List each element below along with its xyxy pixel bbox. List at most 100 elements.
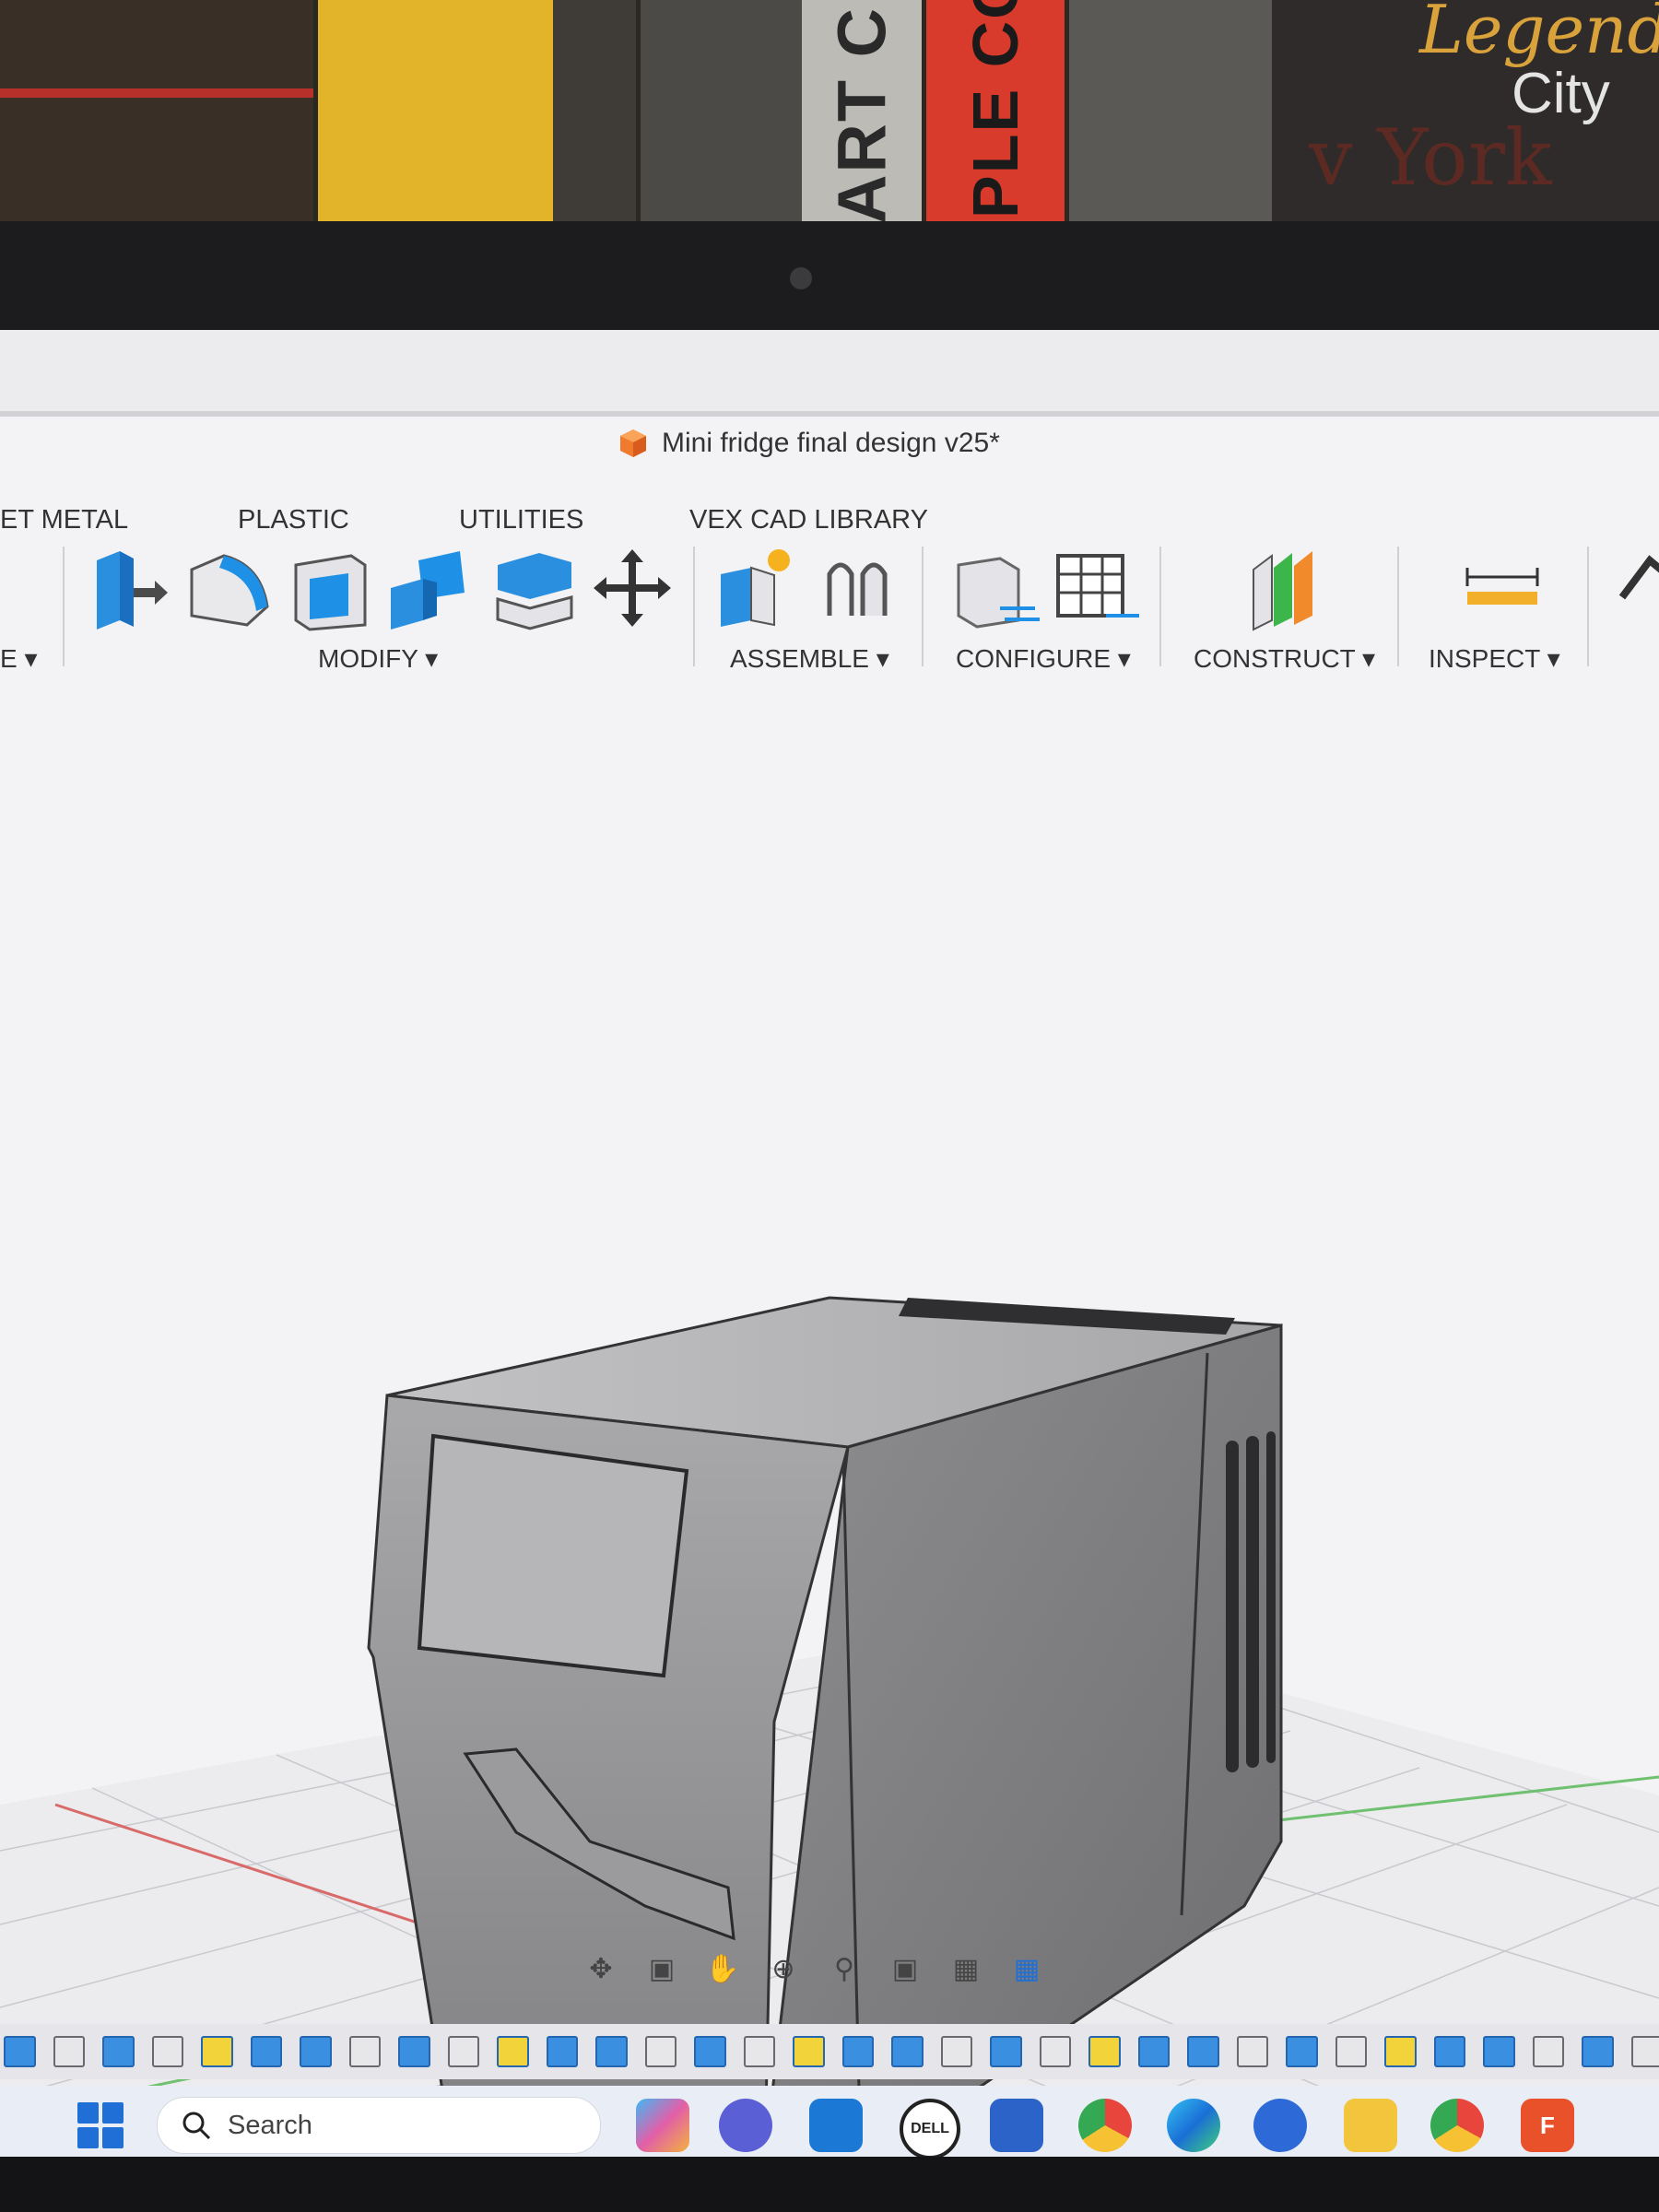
timeline-feature[interactable] xyxy=(841,2036,874,2067)
measure-icon[interactable] xyxy=(1456,542,1548,634)
timeline-feature[interactable] xyxy=(201,2036,233,2067)
timeline-feature[interactable] xyxy=(891,2036,924,2067)
timeline-feature[interactable] xyxy=(398,2036,430,2067)
timeline-feature[interactable] xyxy=(1433,2036,1465,2067)
timeline-feature[interactable] xyxy=(348,2036,381,2067)
chat-icon[interactable] xyxy=(719,2099,772,2152)
chrome-icon[interactable] xyxy=(1078,2099,1132,2152)
zoom-icon[interactable]: ⊕ xyxy=(763,1950,804,1987)
edge-icon[interactable] xyxy=(1167,2099,1220,2152)
taskbar-search-box[interactable]: Search xyxy=(157,2097,601,2154)
display-settings-icon[interactable]: ▣ xyxy=(885,1950,925,1987)
new-component-icon[interactable] xyxy=(710,542,802,634)
timeline-feature[interactable] xyxy=(1187,2036,1219,2067)
fusion-label: F xyxy=(1540,2111,1555,2139)
timeline-feature[interactable] xyxy=(1286,2036,1318,2067)
timeline-feature[interactable] xyxy=(1384,2036,1417,2067)
timeline-feature[interactable] xyxy=(595,2036,628,2067)
timeline-feature[interactable] xyxy=(644,2036,677,2067)
dell-icon[interactable]: DELL xyxy=(900,2099,960,2157)
look-at-icon[interactable]: ▣ xyxy=(641,1950,682,1987)
configure-dropdown[interactable]: CONFIGURE ▾ xyxy=(956,643,1131,674)
modify-dropdown[interactable]: MODIFY ▾ xyxy=(318,643,438,674)
configure-icon[interactable] xyxy=(949,542,1041,634)
table-icon[interactable] xyxy=(1049,542,1141,634)
joint-icon[interactable] xyxy=(811,542,903,634)
grid-settings-icon[interactable]: ▦ xyxy=(946,1950,986,1987)
toolbar-separator xyxy=(922,547,924,666)
inspect-dropdown[interactable]: INSPECT ▾ xyxy=(1429,643,1560,674)
timeline-feature[interactable] xyxy=(151,2036,183,2067)
tab-vex-cad-library[interactable]: VEX CAD LIBRARY xyxy=(689,505,928,535)
timeline-feature[interactable] xyxy=(1137,2036,1170,2067)
pan-icon[interactable]: ✋ xyxy=(702,1950,743,1987)
viewports-icon[interactable]: ▦ xyxy=(1006,1950,1047,1987)
book-spine-2-text: PPLE CO xyxy=(959,0,1031,230)
copilot-icon[interactable] xyxy=(636,2099,689,2152)
side-vent xyxy=(1266,1431,1276,1763)
yellow-book xyxy=(318,0,553,230)
poster-text-1: Legend xyxy=(1419,0,1659,68)
timeline-feature[interactable] xyxy=(793,2036,825,2067)
timeline-feature[interactable] xyxy=(4,2036,36,2067)
webcam xyxy=(790,267,812,289)
windows-logo-tile xyxy=(77,2102,99,2124)
timeline-feature[interactable] xyxy=(1532,2036,1564,2067)
construct-plane-icon[interactable] xyxy=(1235,542,1327,634)
toolbar-separator xyxy=(693,547,695,666)
design-timeline xyxy=(0,2024,1659,2079)
timeline-feature[interactable] xyxy=(1483,2036,1515,2067)
timeline-feature[interactable] xyxy=(447,2036,479,2067)
file-explorer-icon[interactable] xyxy=(1344,2099,1397,2152)
fit-icon[interactable]: ⚲ xyxy=(824,1950,865,1987)
side-vent xyxy=(1226,1441,1239,1772)
timeline-feature[interactable] xyxy=(546,2036,578,2067)
poster-text-3: v York xyxy=(1309,112,1552,203)
orbit-icon[interactable]: ✥ xyxy=(581,1950,621,1987)
insert-icon[interactable] xyxy=(1604,542,1659,634)
front-window xyxy=(417,1433,689,1678)
gray-book xyxy=(553,0,636,230)
timeline-feature[interactable] xyxy=(1582,2036,1614,2067)
solid-create-dropdown[interactable]: E ▾ xyxy=(0,643,38,674)
timeline-feature[interactable] xyxy=(250,2036,282,2067)
toolbar-separator xyxy=(1159,547,1161,666)
assemble-dropdown[interactable]: ASSEMBLE ▾ xyxy=(730,643,889,674)
offset-face-icon[interactable] xyxy=(488,542,581,634)
timeline-feature[interactable] xyxy=(102,2036,135,2067)
timeline-feature[interactable] xyxy=(743,2036,775,2067)
windows-taskbar: Search DELL F xyxy=(0,2086,1659,2157)
combine-icon[interactable] xyxy=(382,542,474,634)
start-button[interactable] xyxy=(77,2102,124,2148)
timeline-feature[interactable] xyxy=(1088,2036,1121,2067)
store-icon[interactable] xyxy=(990,2099,1043,2152)
tab-plastic[interactable]: PLASTIC xyxy=(238,505,349,535)
3d-viewport[interactable] xyxy=(0,689,1659,2157)
timeline-feature[interactable] xyxy=(497,2036,529,2067)
windows-logo-tile xyxy=(102,2102,124,2124)
timeline-feature[interactable] xyxy=(1630,2036,1659,2067)
fusion-360-icon[interactable]: F xyxy=(1521,2099,1574,2152)
tab-utilities[interactable]: UTILITIES xyxy=(459,505,583,535)
tab-sheet-metal[interactable]: ET METAL xyxy=(0,505,128,535)
construct-dropdown[interactable]: CONSTRUCT ▾ xyxy=(1194,643,1375,674)
book-spine-1: ART C xyxy=(802,0,922,230)
timeline-feature[interactable] xyxy=(1236,2036,1268,2067)
extrude-icon[interactable] xyxy=(83,542,175,634)
mail-icon[interactable] xyxy=(809,2099,863,2152)
timeline-feature[interactable] xyxy=(53,2036,85,2067)
design-file-icon xyxy=(620,429,646,457)
timeline-feature[interactable] xyxy=(990,2036,1022,2067)
windows-logo-tile xyxy=(102,2127,124,2148)
timeline-feature[interactable] xyxy=(1335,2036,1367,2067)
move-icon[interactable] xyxy=(586,542,678,634)
shell-icon[interactable] xyxy=(282,542,374,634)
timeline-feature[interactable] xyxy=(300,2036,332,2067)
timeline-feature[interactable] xyxy=(940,2036,972,2067)
timeline-feature[interactable] xyxy=(694,2036,726,2067)
teams-icon[interactable] xyxy=(1253,2099,1307,2152)
timeline-feature[interactable] xyxy=(1039,2036,1071,2067)
dell-label: DELL xyxy=(911,2121,949,2136)
fillet-icon[interactable] xyxy=(182,542,275,634)
chrome-profile-icon[interactable] xyxy=(1430,2099,1484,2152)
